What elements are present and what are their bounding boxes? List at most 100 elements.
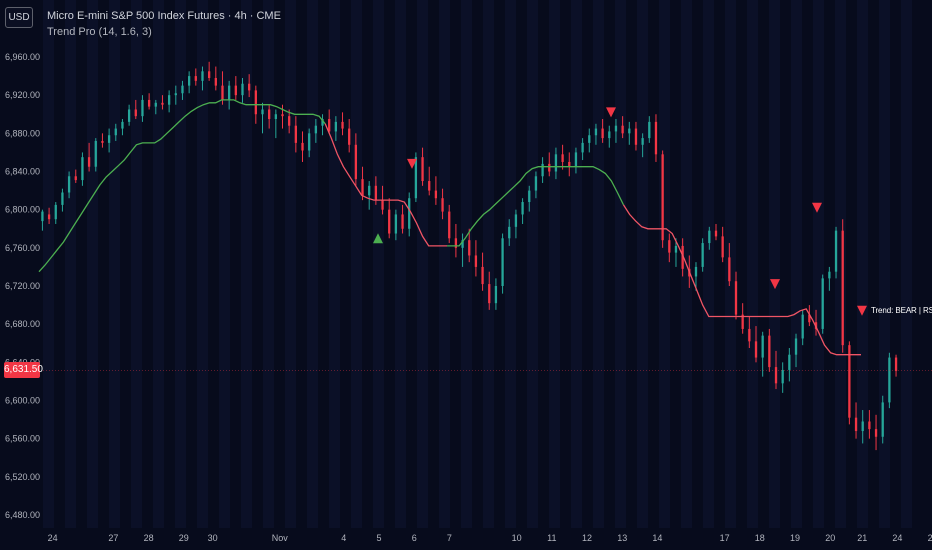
candle-body	[614, 125, 618, 132]
candle-body	[61, 192, 64, 205]
candle-body	[868, 421, 871, 430]
candle-body	[488, 284, 491, 304]
candle-body	[701, 243, 704, 267]
trend-status-label: Trend: BEAR | RSI: 46.	[871, 305, 932, 315]
y-tick-label: 6,680.00	[5, 319, 40, 329]
candle-body	[201, 71, 204, 81]
y-tick-label: 6,800.00	[5, 205, 40, 215]
candle-body	[768, 335, 771, 368]
candle-body	[508, 226, 511, 239]
candle-body	[668, 240, 671, 253]
candle-body	[147, 99, 151, 107]
candle-body	[241, 83, 244, 96]
candle-body	[608, 131, 611, 139]
candle-body	[428, 181, 431, 191]
session-stripe	[373, 0, 384, 528]
candle-body	[821, 278, 824, 329]
candle-body	[154, 102, 157, 107]
candle-body	[781, 369, 784, 384]
y-tick-label: 6,720.00	[5, 281, 40, 291]
session-stripe	[219, 0, 230, 528]
session-stripe	[725, 0, 736, 528]
session-stripe	[307, 0, 318, 528]
x-axis[interactable]: 24 27 28 29 30 Nov 4 5 6 7 10 11 12 13 14 17 18 19 20 21 24 2…	[48, 533, 932, 543]
candle-body	[161, 102, 164, 105]
candle-body	[167, 95, 171, 105]
candle-body	[274, 114, 277, 120]
candle-body	[114, 128, 117, 136]
session-stripe	[175, 0, 186, 528]
session-stripe	[131, 0, 142, 528]
candle-body	[621, 125, 624, 134]
x-tick-label: 6	[412, 533, 417, 543]
candle-body	[694, 266, 698, 277]
session-stripe	[791, 0, 802, 528]
candle-body	[574, 152, 578, 167]
candle-body	[521, 202, 524, 215]
session-stripe	[703, 0, 714, 528]
candle-body	[288, 116, 291, 126]
session-stripe	[395, 0, 406, 528]
session-stripe	[153, 0, 164, 528]
candle-body	[134, 109, 137, 117]
x-tick-label: 14	[652, 533, 662, 543]
candle-body	[754, 341, 758, 358]
session-stripe	[329, 0, 340, 528]
session-stripe	[593, 0, 604, 528]
candle-body	[214, 77, 217, 86]
candle-body	[47, 214, 51, 220]
currency-button[interactable]: USD	[5, 7, 33, 28]
candle-body	[828, 271, 831, 279]
session-stripe	[65, 0, 76, 528]
candle-body	[568, 161, 571, 167]
candle-body	[654, 121, 658, 155]
candle-body	[127, 109, 131, 122]
session-stripe	[109, 0, 120, 528]
price-chart[interactable]: 6,480.006,520.006,560.006,600.006,640.00…	[0, 0, 932, 550]
candle-body	[234, 85, 237, 96]
candle-body	[674, 245, 678, 253]
y-tick-label: 6,520.00	[5, 472, 40, 482]
session-stripe	[417, 0, 428, 528]
y-tick-label: 6,760.00	[5, 243, 40, 253]
x-tick-label: 28	[144, 533, 154, 543]
candle-body	[554, 154, 558, 172]
session-stripe	[659, 0, 670, 528]
session-stripe	[769, 0, 780, 528]
chart-stage[interactable]: 6,480.006,520.006,560.006,600.006,640.00…	[0, 0, 932, 550]
session-stripe	[483, 0, 494, 528]
candle-body	[534, 176, 538, 191]
candle-body	[107, 135, 111, 143]
session-stripe	[901, 0, 912, 528]
x-tick-label: 21	[857, 533, 867, 543]
session-stripe	[615, 0, 626, 528]
candle-body	[341, 121, 344, 129]
indicator-title[interactable]: Trend Pro (14, 1.6, 3)	[47, 26, 152, 38]
candle-body	[74, 176, 77, 181]
candle-body	[41, 211, 44, 222]
session-stripe	[857, 0, 868, 528]
candle-body	[301, 142, 304, 151]
candle-body	[501, 238, 504, 286]
session-stripe	[747, 0, 758, 528]
candle-body	[334, 121, 338, 132]
x-tick-label: 30	[208, 533, 218, 543]
session-stripe	[87, 0, 98, 528]
candle-body	[761, 335, 764, 358]
candle-body	[474, 255, 478, 267]
candle-body	[601, 128, 604, 139]
candle-body	[841, 230, 844, 346]
candle-body	[207, 71, 211, 78]
x-tick-label: Nov	[272, 533, 289, 543]
candle-body	[401, 214, 404, 229]
candle-body	[381, 200, 384, 210]
session-stripe	[637, 0, 648, 528]
x-tick-label: 13	[617, 533, 627, 543]
candle-body	[434, 190, 438, 199]
symbol-title[interactable]: Micro E-mini S&P 500 Index Futures · 4h …	[47, 10, 281, 22]
x-tick-label: 17	[720, 533, 730, 543]
y-tick-label: 6,840.00	[5, 167, 40, 177]
y-axis[interactable]: 6,480.006,520.006,560.006,600.006,640.00…	[5, 52, 40, 520]
candle-body	[881, 402, 884, 437]
x-tick-label: 19	[790, 533, 800, 543]
